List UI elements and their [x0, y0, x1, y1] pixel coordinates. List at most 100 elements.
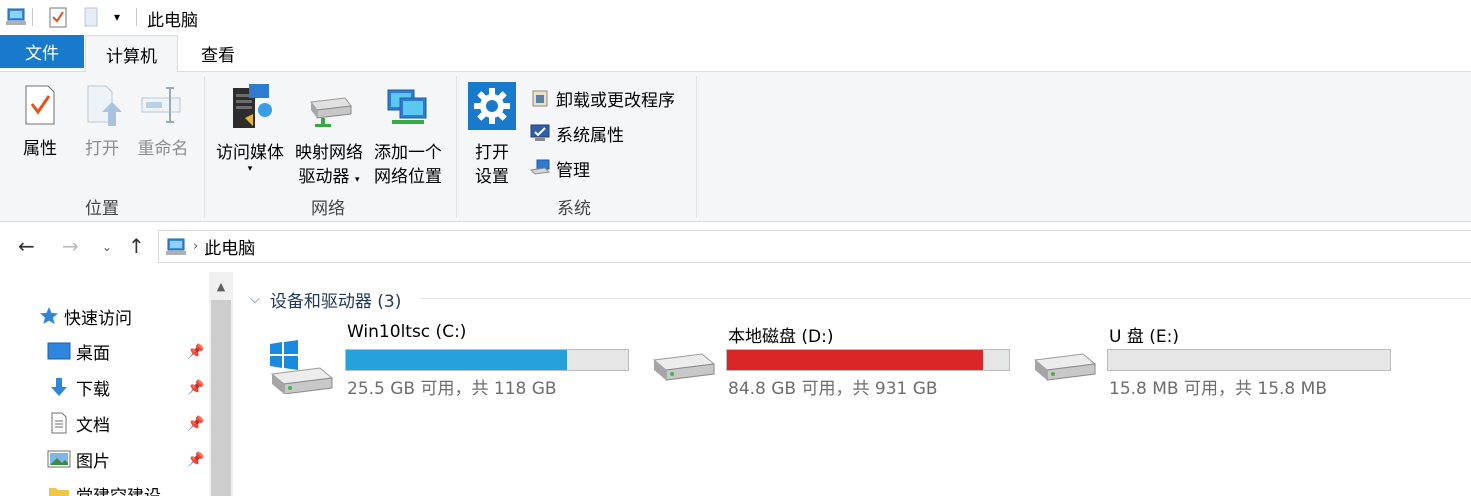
- rename-button[interactable]: 重命名: [134, 82, 192, 161]
- ribbon-tabs: 文件 计算机 查看: [0, 35, 1471, 72]
- manage-label: 管理: [556, 160, 590, 181]
- uninstall-label: 卸载或更改程序: [556, 90, 675, 111]
- scroll-up-arrow-icon[interactable]: ▲: [209, 272, 233, 300]
- sidebar-item-label: 桌面: [76, 343, 110, 364]
- back-arrow-icon[interactable]: ←: [18, 234, 35, 258]
- group-separator: [696, 76, 697, 218]
- group-label-network: 网络: [311, 199, 345, 219]
- customize-quick-access-chevron-icon[interactable]: ▾: [108, 6, 126, 28]
- system-properties-icon: [528, 123, 552, 143]
- add-network-location-button[interactable]: 添加一个 网络位置: [370, 82, 446, 189]
- sidebar-item-folder[interactable]: 党建空建设: [46, 480, 161, 496]
- open-settings-button[interactable]: 打开 设置: [466, 82, 518, 189]
- quick-access-label: 快速访问: [64, 308, 132, 329]
- section-title: 设备和驱动器 (3): [269, 291, 402, 312]
- drive-usage-bar: [726, 349, 1010, 371]
- usb-drive-icon: [1031, 348, 1099, 387]
- separator: [32, 8, 33, 26]
- drive-usage-fill: [727, 350, 984, 370]
- drive-free-space: 84.8 GB 可用，共 931 GB: [728, 379, 938, 399]
- up-arrow-icon[interactable]: ↑: [128, 234, 145, 258]
- nav-scrollbar[interactable]: ▲: [209, 272, 233, 496]
- access-media-button[interactable]: 访问媒体 ▾: [212, 82, 288, 174]
- windows-drive-icon: [268, 340, 336, 399]
- map-drive-label-line1: 映射网络: [295, 143, 363, 163]
- separator: [136, 8, 137, 26]
- open-settings-label-line1: 打开: [475, 143, 509, 163]
- forward-arrow-icon[interactable]: →: [62, 234, 79, 258]
- properties-quick-icon[interactable]: [46, 6, 70, 28]
- pin-icon[interactable]: 📌: [187, 452, 204, 468]
- drive-name: Win10ltsc (C:): [347, 322, 467, 342]
- tab-file[interactable]: 文件: [0, 35, 84, 68]
- pictures-icon: [46, 450, 72, 468]
- tab-computer[interactable]: 计算机: [85, 35, 178, 72]
- download-arrow-icon: [46, 377, 72, 397]
- breadcrumb-chevron-icon[interactable]: ›: [193, 239, 198, 254]
- settings-gear-icon: [466, 82, 518, 137]
- section-header-devices[interactable]: ⌵ 设备和驱动器 (3): [250, 287, 402, 312]
- map-drive-label-text: 驱动器: [298, 167, 350, 187]
- group-label-location: 位置: [85, 199, 119, 219]
- open-label: 打开: [85, 139, 119, 159]
- pin-icon[interactable]: 📌: [187, 416, 204, 432]
- window-title: 此电脑: [147, 11, 198, 31]
- access-media-dropdown-icon: ▾: [247, 164, 253, 174]
- hard-drive-icon: [650, 348, 718, 387]
- section-divider: [420, 298, 1471, 299]
- desktop-icon: [46, 342, 72, 360]
- sidebar-item-desktop[interactable]: 桌面: [46, 337, 110, 365]
- sidebar-item-label: 下载: [76, 379, 110, 400]
- drive-usage-fill: [346, 350, 568, 370]
- media-server-icon: [212, 82, 288, 137]
- this-pc-icon: [165, 238, 187, 256]
- scrollbar-thumb[interactable]: [211, 300, 231, 496]
- recent-locations-chevron-icon[interactable]: ⌄: [102, 240, 112, 254]
- new-folder-quick-icon[interactable]: [80, 6, 102, 28]
- access-media-label: 访问媒体: [216, 143, 284, 163]
- drive-tile[interactable]: Win10ltsc (C:) 25.5 GB 可用，共 118 GB: [268, 320, 629, 400]
- pin-icon[interactable]: 📌: [187, 344, 204, 360]
- system-properties-label: 系统属性: [556, 125, 624, 146]
- open-button[interactable]: 打开: [80, 82, 124, 161]
- drive-name: U 盘 (E:): [1109, 327, 1179, 347]
- sidebar-item-label: 图片: [76, 451, 110, 472]
- drive-tile[interactable]: U 盘 (E:) 15.8 MB 可用，共 15.8 MB: [1031, 320, 1391, 400]
- add-location-label-line1: 添加一个: [374, 143, 442, 163]
- sidebar-item-documents[interactable]: 文档: [46, 409, 110, 437]
- system-properties-button[interactable]: 系统属性: [528, 120, 624, 146]
- map-drive-dropdown-icon: ▾: [354, 175, 360, 185]
- group-label-system: 系统: [557, 199, 591, 219]
- nav-quick-access[interactable]: 快速访问: [38, 302, 132, 330]
- ribbon-panel: 属性 打开 重命名 位置 访问媒体 ▾ 映射网络 驱动器 ▾ 添加一个 网络位置: [0, 71, 1471, 222]
- sidebar-item-pictures[interactable]: 图片: [46, 445, 110, 473]
- programs-box-icon: [528, 88, 552, 108]
- group-separator: [456, 76, 457, 218]
- drive-name: 本地磁盘 (D:): [728, 327, 834, 347]
- drive-tile[interactable]: 本地磁盘 (D:) 84.8 GB 可用，共 931 GB: [650, 320, 1010, 400]
- properties-label: 属性: [23, 139, 57, 159]
- document-icon: [46, 412, 72, 434]
- uninstall-programs-button[interactable]: 卸载或更改程序: [528, 85, 675, 111]
- drive-usage-bar: [345, 349, 629, 371]
- drive-free-space: 25.5 GB 可用，共 118 GB: [347, 379, 557, 399]
- star-icon: [38, 306, 60, 326]
- computer-management-icon: [528, 158, 552, 178]
- sidebar-item-downloads[interactable]: 下载: [46, 373, 110, 401]
- title-bar: ▾ 此电脑: [0, 0, 1471, 35]
- collapse-chevron-icon[interactable]: ⌵: [250, 292, 260, 307]
- properties-icon: [14, 82, 66, 133]
- sidebar-item-label: 党建空建设: [76, 482, 161, 496]
- manage-button[interactable]: 管理: [528, 155, 590, 181]
- group-separator: [204, 76, 205, 218]
- breadcrumb-this-pc[interactable]: 此电脑: [204, 234, 255, 259]
- drive-free-space: 15.8 MB 可用，共 15.8 MB: [1109, 379, 1327, 399]
- map-network-drive-button[interactable]: 映射网络 驱动器 ▾: [292, 82, 366, 192]
- open-icon: [80, 82, 124, 133]
- this-pc-icon: [4, 6, 28, 28]
- pin-icon[interactable]: 📌: [187, 380, 204, 396]
- navigation-pane: 快速访问 桌面 📌 下载 📌 文档 📌 图片 📌 党建空建设: [0, 272, 210, 496]
- address-bar[interactable]: › 此电脑: [158, 230, 1471, 263]
- tab-view[interactable]: 查看: [178, 35, 258, 72]
- properties-button[interactable]: 属性: [14, 82, 66, 161]
